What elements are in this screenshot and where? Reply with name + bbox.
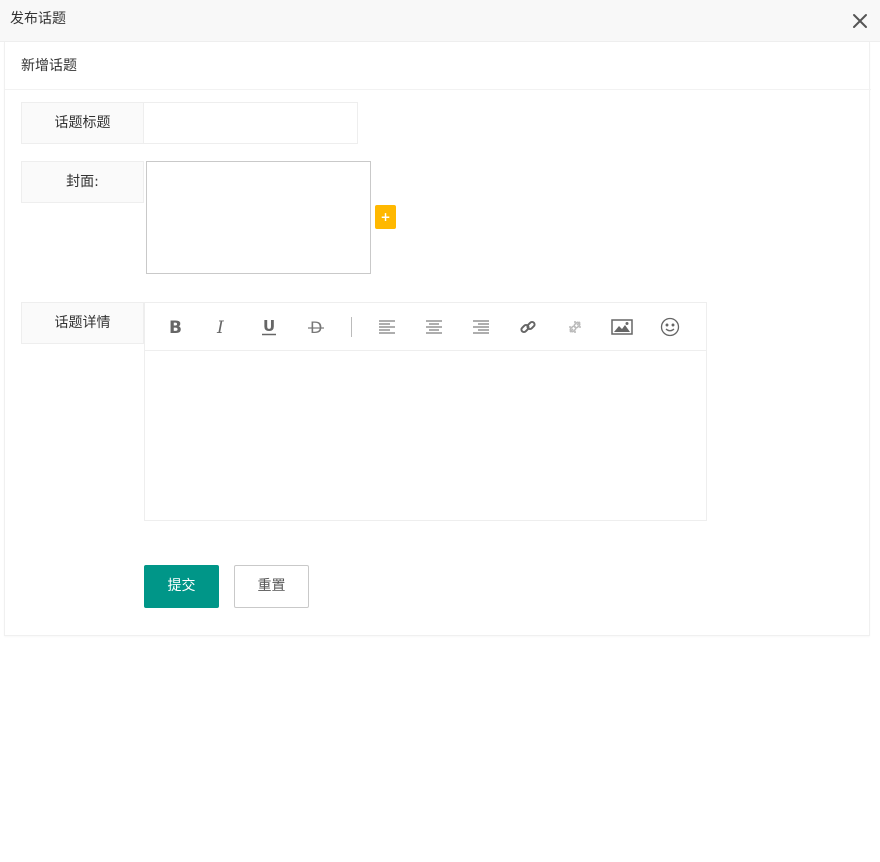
align-center-icon[interactable] (422, 315, 446, 339)
submit-button[interactable]: 提交 (144, 565, 219, 608)
unlink-icon[interactable] (563, 315, 587, 339)
dialog-title: 发布话题 (10, 11, 66, 27)
close-icon[interactable] (850, 11, 870, 31)
dialog-titlebar: 发布话题 (0, 0, 880, 42)
add-cover-button[interactable]: + (375, 205, 396, 229)
svg-text:D: D (310, 318, 322, 336)
underline-icon[interactable]: U (257, 315, 281, 339)
details-label: 话题详情 (21, 302, 144, 344)
svg-text:U: U (263, 318, 275, 335)
title-input[interactable] (144, 102, 358, 144)
link-icon[interactable] (516, 315, 540, 339)
emoji-icon[interactable] (658, 315, 682, 339)
editor-toolbar: B I U D (145, 303, 706, 351)
image-icon[interactable] (610, 315, 634, 339)
svg-text:B: B (169, 318, 182, 336)
form-card: 新增话题 话题标题 封面: + 话题详情 B I U D 提交 重置 (4, 42, 871, 636)
toolbar-divider (351, 317, 352, 337)
strikethrough-icon[interactable]: D (304, 315, 328, 339)
italic-icon[interactable]: I (210, 315, 234, 339)
svg-text:I: I (216, 318, 224, 336)
card-header: 新增话题 (5, 42, 871, 90)
align-left-icon[interactable] (375, 315, 399, 339)
rich-text-editor: B I U D (144, 302, 707, 521)
card-title: 新增话题 (21, 58, 77, 74)
cover-label: 封面: (21, 161, 144, 203)
bold-icon[interactable]: B (163, 315, 187, 339)
title-label: 话题标题 (21, 102, 144, 144)
editor-content-area[interactable] (145, 352, 706, 520)
cover-image-box[interactable] (146, 161, 371, 274)
align-right-icon[interactable] (469, 315, 493, 339)
reset-button[interactable]: 重置 (234, 565, 309, 608)
